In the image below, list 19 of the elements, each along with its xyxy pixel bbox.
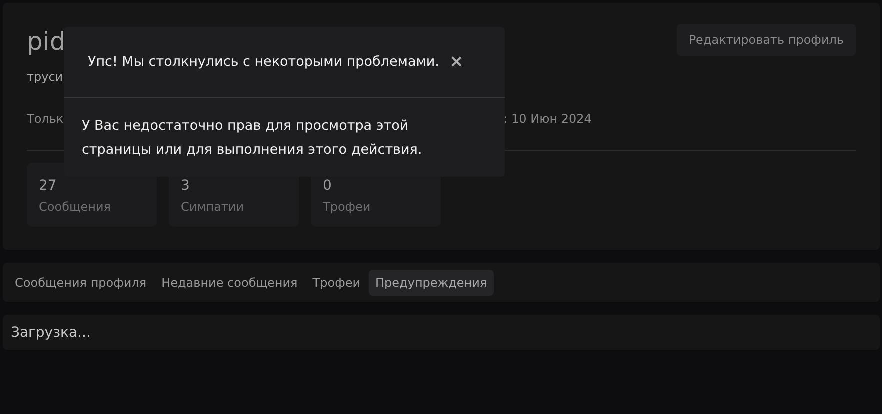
tab[interactable]: Недавние сообщения [154, 270, 305, 296]
tab[interactable]: Сообщения профиля [8, 270, 154, 296]
tab[interactable]: Трофеи [306, 270, 368, 296]
stat-value: 27 [39, 178, 58, 194]
stat-label: Сообщения [39, 200, 112, 214]
stat-label: Трофеи [323, 200, 372, 214]
user-title: труси [27, 70, 64, 84]
edit-profile-button[interactable]: Редактировать профиль [676, 24, 856, 56]
stat-value: 0 [323, 178, 333, 194]
loading-message: Загрузка... [3, 315, 880, 350]
username: pid [27, 27, 66, 56]
registration-date: : 10 Июн 2024 [504, 112, 592, 126]
tab[interactable]: Предупреждения [368, 270, 494, 296]
stat-value: 3 [181, 178, 191, 194]
dialog-message: У Вас недостаточно прав для просмотра этой страницы или для выполнения этого действия. [81, 117, 424, 160]
stat-label: Симпатии [181, 200, 246, 214]
close-button[interactable]: × [445, 52, 468, 72]
dialog-title: Упс! Мы столкнулись с некоторыми проблемами. [88, 54, 440, 70]
profile-info: Тольк [27, 112, 64, 126]
